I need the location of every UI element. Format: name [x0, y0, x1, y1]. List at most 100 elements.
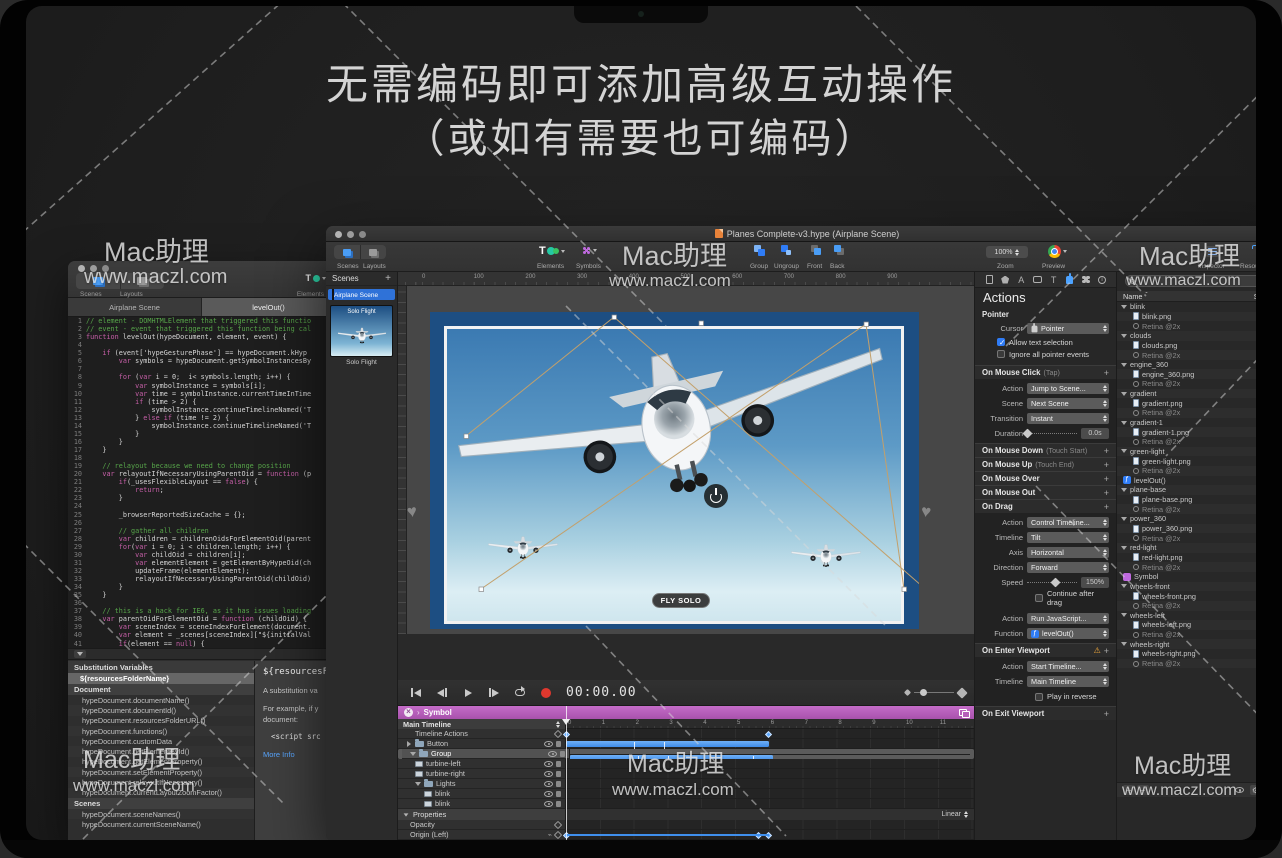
action-section-header[interactable]: On Drag+	[975, 499, 1116, 513]
resource-row[interactable]: Retina @2x	[1117, 379, 1256, 389]
visibility-eye-icon[interactable]	[544, 741, 553, 747]
disclosure-icon[interactable]	[1121, 642, 1127, 646]
playhead[interactable]	[566, 706, 567, 840]
visibility-eye-icon[interactable]	[544, 781, 553, 787]
scene-thumbnail-solo[interactable]: Solo Flight Solo Flight	[328, 303, 395, 368]
scene-stage[interactable]: FLY SOLO	[430, 312, 919, 629]
play-in-reverse-checkbox[interactable]	[1035, 693, 1043, 701]
preview-button[interactable]	[1048, 245, 1067, 258]
allow-text-selection-checkbox[interactable]	[997, 338, 1005, 346]
visibility-eye-icon[interactable]	[544, 801, 553, 807]
scenes-icon[interactable]	[334, 245, 360, 259]
add-action-button[interactable]: +	[1104, 474, 1109, 484]
timeline-select[interactable]: Tilt	[1027, 532, 1109, 543]
direction-select[interactable]: Forward	[1027, 562, 1109, 573]
resource-row[interactable]: Retina @2x	[1117, 408, 1256, 418]
edit-button[interactable]: ⚙Edit	[1250, 785, 1256, 795]
add-action-button[interactable]: +	[1104, 709, 1109, 719]
record-button[interactable]	[536, 685, 556, 701]
axis-select[interactable]: Horizontal	[1027, 547, 1109, 558]
resource-row[interactable]: gradient-1	[1117, 418, 1256, 428]
resource-row[interactable]: power_360.png10.1 K	[1117, 524, 1256, 534]
resource-row[interactable]: blink.png4.0 K	[1117, 312, 1256, 322]
tab-levelout-function[interactable]: levelOut()	[202, 298, 336, 316]
add-action-button[interactable]: +	[1104, 502, 1109, 512]
action-section-header[interactable]: On Mouse Over+	[975, 471, 1116, 485]
scenes-layouts-segment[interactable]	[334, 245, 386, 259]
resource-row[interactable]: engine_360.png13.1 K	[1117, 369, 1256, 379]
step-back-button[interactable]	[432, 685, 452, 701]
resource-row[interactable]: red-light.png2.2 K	[1117, 553, 1256, 563]
disclosure-icon[interactable]	[1121, 449, 1127, 453]
add-scene-button[interactable]: +	[385, 273, 391, 284]
resource-row[interactable]: wheels-left.png2.3 K	[1117, 620, 1256, 630]
resource-row[interactable]: Retina @2x	[1117, 533, 1256, 543]
action-select[interactable]: Start Timeline...	[1027, 661, 1109, 672]
add-action-button[interactable]: +	[1104, 488, 1109, 498]
keyframe-add-icon[interactable]	[554, 820, 562, 828]
resource-row[interactable]: Retina @2x	[1117, 437, 1256, 447]
resource-row[interactable]: gradient-1.png4.4 K	[1117, 427, 1256, 437]
main-timeline-selector[interactable]: Main Timeline	[398, 719, 566, 729]
timeline-property-row[interactable]: Origin (Left)⌁	[398, 830, 974, 840]
bring-front-button[interactable]	[811, 245, 822, 256]
keyframe-add-icon[interactable]	[554, 830, 562, 838]
function-select[interactable]: ƒlevelOut()	[1027, 628, 1109, 639]
keyframe-add-icon[interactable]	[554, 729, 562, 737]
tab-physics-icon[interactable]	[1080, 275, 1092, 284]
resource-row[interactable]: green-light	[1117, 447, 1256, 457]
keyframe-diamond[interactable]	[765, 730, 772, 737]
window-titlebar[interactable]: Planes Complete-v3.hype (Airplane Scene)	[326, 226, 1256, 242]
elements-button[interactable]: T	[306, 273, 327, 283]
transition-select[interactable]: Instant	[1027, 413, 1109, 424]
visibility-eye-icon[interactable]	[544, 771, 553, 777]
zoom-button[interactable]	[359, 231, 366, 238]
resource-row[interactable]: wheels-left	[1117, 611, 1256, 621]
disclosure-icon[interactable]	[1121, 363, 1127, 367]
substitution-item[interactable]: hypeDocument.sceneNames()	[68, 809, 254, 819]
disclosure-icon[interactable]	[1121, 305, 1127, 309]
tab-actions-icon[interactable]	[1064, 276, 1076, 284]
action-section-header[interactable]: On Enter Viewport⚠+	[975, 643, 1116, 657]
resource-row[interactable]: engine_360	[1117, 360, 1256, 370]
lock-icon[interactable]	[560, 751, 565, 757]
disclosure-icon[interactable]	[415, 782, 421, 786]
resource-row[interactable]: Retina @2x	[1117, 321, 1256, 331]
disclosure-icon[interactable]	[407, 741, 411, 747]
properties-header[interactable]: Properties Linear	[398, 809, 974, 820]
resource-row[interactable]: gradient	[1117, 389, 1256, 399]
ignore-pointer-events-checkbox[interactable]	[997, 350, 1005, 358]
fly-solo-button[interactable]: FLY SOLO	[652, 593, 710, 608]
visibility-eye-icon[interactable]	[544, 761, 553, 767]
layouts-icon[interactable]	[360, 245, 387, 259]
substitution-item[interactable]: hypeDocument.functions()	[68, 726, 254, 736]
loop-button[interactable]	[510, 685, 530, 701]
lock-icon[interactable]	[556, 771, 561, 777]
lock-icon[interactable]	[556, 781, 561, 787]
group-button[interactable]	[754, 245, 765, 256]
ungroup-button[interactable]	[781, 245, 792, 256]
tab-element-icon[interactable]	[1031, 276, 1043, 283]
timeline-layer-row[interactable]: blink	[398, 799, 974, 809]
substitution-item[interactable]: hypeDocument.currentSceneName()	[68, 819, 254, 829]
close-button[interactable]	[335, 231, 342, 238]
resource-row[interactable]: wheels-right.png2.3 K	[1117, 649, 1256, 659]
resource-row[interactable]: Retina @2x	[1117, 350, 1256, 360]
cursor-select[interactable]: Pointer	[1027, 323, 1109, 334]
lock-icon[interactable]	[556, 801, 561, 807]
disclosure-icon[interactable]	[1121, 613, 1127, 617]
timeline-zoom-slider[interactable]	[905, 689, 966, 697]
scene-thumbnail-airplane[interactable]: Airplane Scene	[328, 289, 395, 300]
lock-icon[interactable]	[556, 761, 561, 767]
resource-columns[interactable]: Name ˆ Size	[1117, 291, 1256, 302]
add-action-button[interactable]: +	[1104, 460, 1109, 470]
timeline-property-row[interactable]: Opacity	[398, 820, 974, 830]
action-select[interactable]: Control Timeline...	[1027, 517, 1109, 528]
tab-airplane-scene[interactable]: Airplane Scene	[68, 298, 202, 316]
collapse-button[interactable]	[74, 650, 86, 658]
resource-row[interactable]: blink	[1117, 302, 1256, 312]
resource-row[interactable]: Symbol	[1117, 572, 1256, 582]
timeline-ruler[interactable]: 01234567891011	[566, 719, 974, 729]
easing-select[interactable]: Linear	[942, 811, 961, 818]
resource-row[interactable]: ƒlevelOut()	[1117, 476, 1256, 486]
